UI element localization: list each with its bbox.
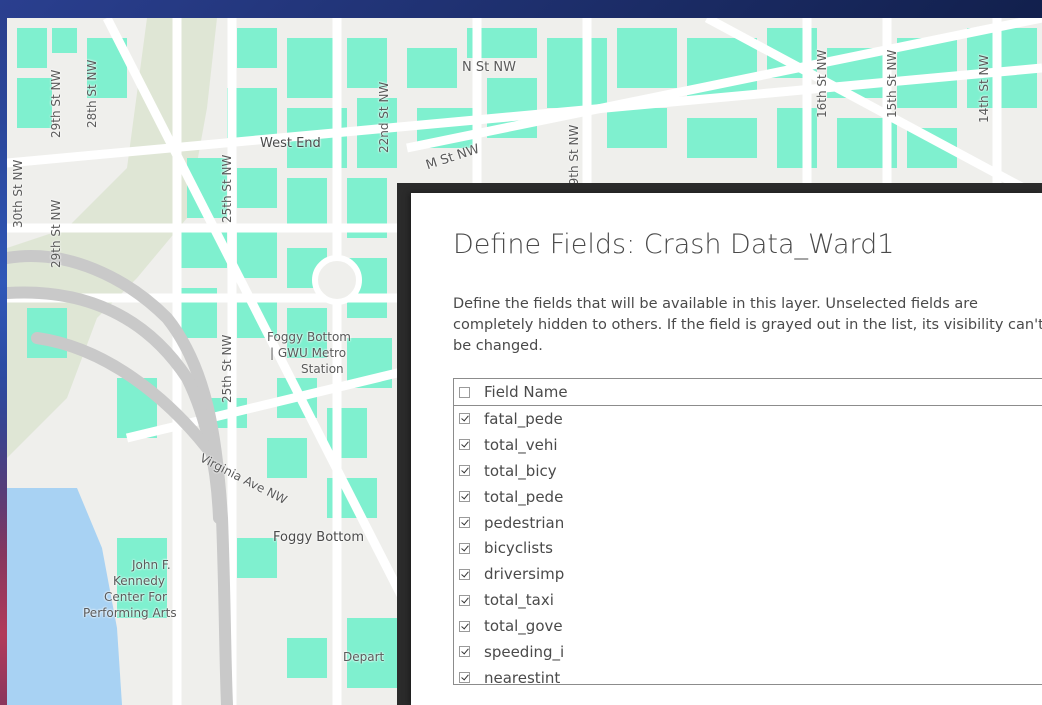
map-label-west-end: West End xyxy=(260,136,321,151)
field-row[interactable]: total_bicy xyxy=(454,458,1042,484)
field-checkbox[interactable] xyxy=(459,413,470,425)
field-name: total_taxi xyxy=(484,591,554,610)
map-label-25th-st-b: 25th St NW xyxy=(220,334,234,403)
field-list[interactable]: Field Name fatal_pede total_vehi total_bic… xyxy=(453,378,1042,685)
map-label-28th-st: 28th St NW xyxy=(85,59,99,128)
map-label-kennedy-center-1: John F. xyxy=(132,558,171,572)
field-row[interactable]: total_gove xyxy=(454,613,1042,639)
map-label-foggy-bottom: Foggy Bottom xyxy=(273,530,364,545)
field-name-column-header: Field Name xyxy=(484,383,568,401)
map-label-kennedy-center-3: Center For xyxy=(104,590,167,604)
define-fields-dialog: Define Fields: Crash Data_Ward1 Define t… xyxy=(411,193,1042,705)
field-name: total_pede xyxy=(484,487,564,506)
field-row[interactable]: speeding_i xyxy=(454,639,1042,665)
field-row[interactable]: total_vehi xyxy=(454,432,1042,458)
field-name: total_bicy xyxy=(484,461,557,480)
field-row[interactable]: driversimp xyxy=(454,561,1042,587)
select-all-checkbox[interactable] xyxy=(459,386,470,398)
field-row[interactable]: fatal_pede xyxy=(454,406,1042,432)
field-checkbox[interactable] xyxy=(459,646,470,658)
field-checkbox[interactable] xyxy=(459,439,470,451)
map-label-kennedy-center-2: Kennedy xyxy=(113,574,165,588)
field-row[interactable]: total_taxi xyxy=(454,587,1042,613)
field-name: total_vehi xyxy=(484,435,558,454)
field-name: speeding_i xyxy=(484,642,565,661)
field-name: total_gove xyxy=(484,617,563,636)
map-label-foggy-bottom-metro-1: Foggy Bottom xyxy=(267,330,351,344)
field-checkbox[interactable] xyxy=(459,465,470,477)
dialog-title: Define Fields: Crash Data_Ward1 xyxy=(453,229,895,260)
field-checkbox[interactable] xyxy=(459,594,470,606)
map-label-22nd-st: 22nd St NW xyxy=(377,81,391,153)
map-label-foggy-bottom-metro-2: | GWU Metro xyxy=(270,346,347,360)
field-name: pedestrian xyxy=(484,513,565,532)
field-checkbox[interactable] xyxy=(459,672,470,684)
field-rows: fatal_pede total_vehi total_bicy total_pede… xyxy=(454,406,1042,685)
field-checkbox[interactable] xyxy=(459,620,470,632)
field-checkbox[interactable] xyxy=(459,491,470,503)
field-name: bicyclists xyxy=(484,539,553,558)
map-label-15th-st: 15th St NW xyxy=(885,49,899,118)
field-checkbox[interactable] xyxy=(459,517,470,528)
map-label-29th-st-b: 29th St NW xyxy=(49,199,63,268)
map-label-14th-st: 14th St NW xyxy=(977,54,991,123)
map-label-30th-st: 30th St NW xyxy=(11,159,25,228)
field-name: nearestint xyxy=(484,668,561,685)
field-row[interactable]: pedestrian xyxy=(454,510,1042,536)
field-row[interactable]: total_pede xyxy=(454,484,1042,510)
field-checkbox[interactable] xyxy=(459,542,470,554)
map-label-29th-st-a: 29th St NW xyxy=(49,69,63,138)
field-name: driversimp xyxy=(484,565,565,584)
field-row[interactable]: nearestint xyxy=(454,665,1042,685)
field-row[interactable]: bicyclists xyxy=(454,535,1042,561)
map-label-kennedy-center-4: Performing Arts xyxy=(83,606,177,620)
field-name: fatal_pede xyxy=(484,409,563,428)
field-list-header: Field Name xyxy=(454,379,1042,406)
map-label-n-st: N St NW xyxy=(462,60,516,75)
map-label-depart: Depart xyxy=(343,650,385,664)
map-label-25th-st-a: 25th St NW xyxy=(220,154,234,223)
map-label-16th-st: 16th St NW xyxy=(815,49,829,118)
field-checkbox[interactable] xyxy=(459,568,470,580)
map-label-foggy-bottom-metro-3: Station xyxy=(301,362,344,376)
dialog-description: Define the fields that will be available… xyxy=(453,296,1042,354)
